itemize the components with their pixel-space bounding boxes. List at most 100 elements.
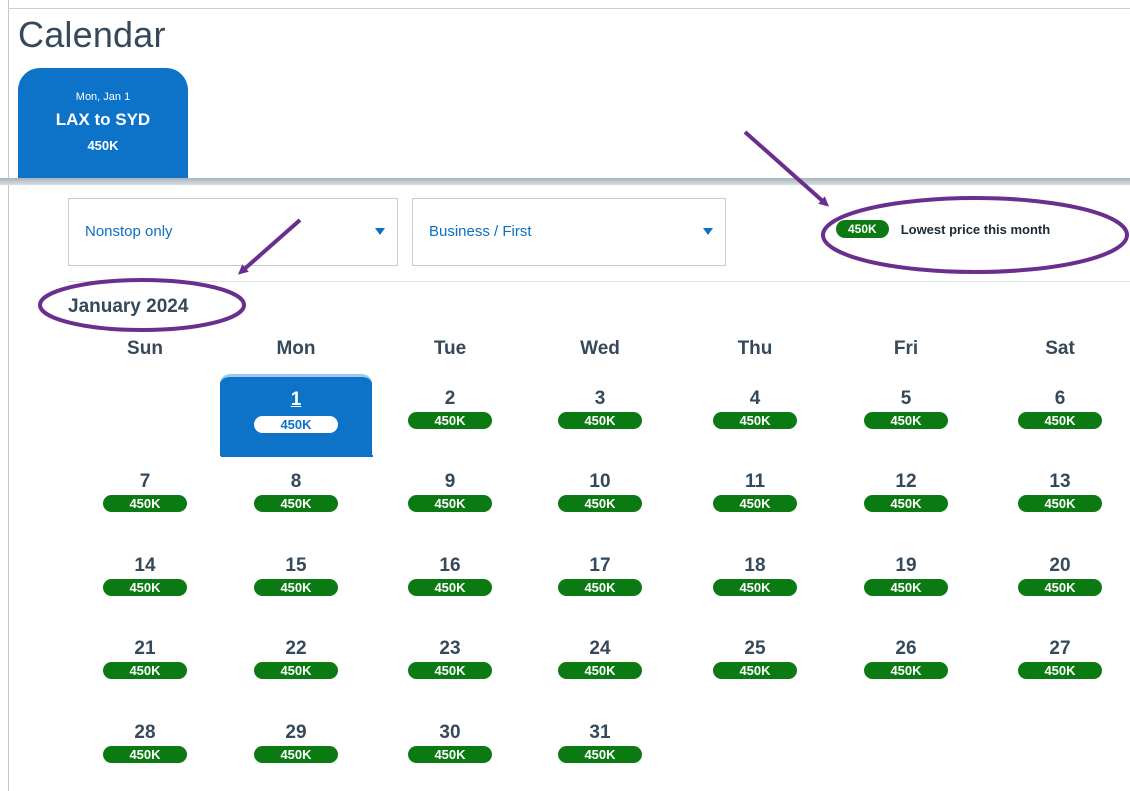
- calendar-day-cell[interactable]: 31 450K: [540, 717, 660, 787]
- window-border-top: [8, 8, 1130, 9]
- calendar-day-cell[interactable]: 4 450K: [695, 383, 815, 453]
- day-number: 23: [439, 638, 461, 659]
- flight-tab-lax-syd[interactable]: Mon, Jan 1 LAX to SYD 450K: [18, 68, 188, 178]
- stops-dropdown-value: Nonstop only: [85, 223, 173, 240]
- legend-arrow: [743, 130, 829, 207]
- calendar-day-cell[interactable]: 14 450K: [85, 550, 205, 620]
- day-number: 19: [895, 555, 917, 576]
- day-price-badge: 450K: [408, 746, 492, 763]
- day-price-badge: 450K: [558, 662, 642, 679]
- day-number: 4: [749, 388, 761, 409]
- calendar-day-cell[interactable]: 12 450K: [846, 466, 966, 536]
- day-price-badge: 450K: [1018, 495, 1102, 512]
- day-price-badge: 450K: [558, 579, 642, 596]
- weekday-label: Wed: [580, 338, 620, 359]
- calendar-day-cell[interactable]: 28 450K: [85, 717, 205, 787]
- window-border-left: [8, 0, 9, 791]
- day-number: 28: [134, 722, 156, 743]
- weekday-label: Fri: [893, 338, 919, 359]
- day-price-badge: 450K: [1018, 662, 1102, 679]
- calendar-day-cell[interactable]: 26 450K: [846, 633, 966, 703]
- day-number: 18: [744, 555, 766, 576]
- day-price-badge: 450K: [408, 495, 492, 512]
- calendar-day-cell[interactable]: 8 450K: [236, 466, 356, 536]
- lowest-price-legend: 450K Lowest price this month: [836, 220, 1050, 238]
- calendar-day-cell[interactable]: 30 450K: [390, 717, 510, 787]
- calendar-day-cell[interactable]: 5 450K: [846, 383, 966, 453]
- day-number: 9: [444, 471, 456, 492]
- day-price-badge: 450K: [408, 662, 492, 679]
- flight-tab-price: 450K: [87, 138, 119, 153]
- tab-divider: [0, 178, 1130, 185]
- cabin-dropdown[interactable]: Business / First: [412, 198, 726, 266]
- calendar-day-cell[interactable]: 23 450K: [390, 633, 510, 703]
- calendar-day-cell[interactable]: 19 450K: [846, 550, 966, 620]
- legend-label: Lowest price this month: [900, 221, 1051, 237]
- day-number: 22: [285, 638, 307, 659]
- calendar-day-cell[interactable]: 11 450K: [695, 466, 815, 536]
- day-number: 20: [1049, 555, 1071, 576]
- stops-dropdown[interactable]: Nonstop only: [68, 198, 398, 266]
- day-price-badge: 450K: [103, 579, 187, 596]
- calendar-day-cell[interactable]: 13 450K: [1000, 466, 1120, 536]
- day-number: 1: [290, 389, 302, 410]
- day-price-badge: 450K: [254, 416, 338, 433]
- calendar-day-cell[interactable]: 7 450K: [85, 466, 205, 536]
- cabin-dropdown-value: Business / First: [429, 223, 532, 240]
- calendar-day-cell[interactable]: 10 450K: [540, 466, 660, 536]
- calendar-day-cell[interactable]: 25 450K: [695, 633, 815, 703]
- day-price-badge: 450K: [558, 746, 642, 763]
- day-number: 15: [285, 555, 307, 576]
- calendar-day-cell[interactable]: 16 450K: [390, 550, 510, 620]
- calendar-day-cell[interactable]: 20 450K: [1000, 550, 1120, 620]
- legend-price-badge: 450K: [836, 220, 889, 238]
- day-price-badge: 450K: [864, 495, 948, 512]
- calendar-day-cell[interactable]: 17 450K: [540, 550, 660, 620]
- chevron-down-icon: [703, 228, 713, 235]
- day-number: 16: [439, 555, 461, 576]
- month-label: January 2024: [68, 296, 189, 317]
- calendar-day-cell[interactable]: 3 450K: [540, 383, 660, 453]
- day-number: 11: [744, 471, 766, 492]
- day-price-badge: 450K: [1018, 579, 1102, 596]
- day-number: 12: [895, 471, 917, 492]
- calendar-day-cell[interactable]: 2 450K: [390, 383, 510, 453]
- day-price-badge: 450K: [864, 579, 948, 596]
- day-number: 25: [744, 638, 766, 659]
- day-price-badge: 450K: [713, 579, 797, 596]
- calendar-day-cell[interactable]: 1 450K: [220, 374, 372, 456]
- calendar-day-cell[interactable]: 15 450K: [236, 550, 356, 620]
- day-number: 31: [589, 722, 611, 743]
- day-price-badge: 450K: [558, 412, 642, 429]
- day-price-badge: 450K: [254, 746, 338, 763]
- flight-tab-date: Mon, Jan 1: [75, 91, 131, 103]
- day-price-badge: 450K: [408, 412, 492, 429]
- day-number: 21: [134, 638, 156, 659]
- chevron-down-icon: [375, 228, 385, 235]
- flight-tab-route: LAX to SYD: [55, 110, 151, 129]
- day-number: 13: [1049, 471, 1071, 492]
- day-price-badge: 450K: [713, 412, 797, 429]
- day-price-badge: 450K: [864, 662, 948, 679]
- calendar-day-cell[interactable]: 21 450K: [85, 633, 205, 703]
- day-price-badge: 450K: [713, 495, 797, 512]
- calendar-day-cell[interactable]: 29 450K: [236, 717, 356, 787]
- selected-day-underline: [221, 455, 373, 457]
- calendar-day-cell[interactable]: 27 450K: [1000, 633, 1120, 703]
- day-price-badge: 450K: [254, 579, 338, 596]
- day-number: 27: [1049, 638, 1071, 659]
- calendar-day-cell[interactable]: 18 450K: [695, 550, 815, 620]
- day-price-badge: 450K: [103, 662, 187, 679]
- day-number: 8: [290, 471, 302, 492]
- day-number: 24: [589, 638, 611, 659]
- calendar-day-cell[interactable]: 6 450K: [1000, 383, 1120, 453]
- weekday-label: Sat: [1045, 338, 1075, 359]
- day-number: 2: [444, 388, 456, 409]
- calendar-day-cell[interactable]: 22 450K: [236, 633, 356, 703]
- calendar-day-cell[interactable]: 9 450K: [390, 466, 510, 536]
- calendar-day-cell[interactable]: 24 450K: [540, 633, 660, 703]
- day-price-badge: 450K: [254, 662, 338, 679]
- day-number: 5: [900, 388, 912, 409]
- weekday-label: Sun: [127, 338, 163, 359]
- day-price-badge: 450K: [103, 495, 187, 512]
